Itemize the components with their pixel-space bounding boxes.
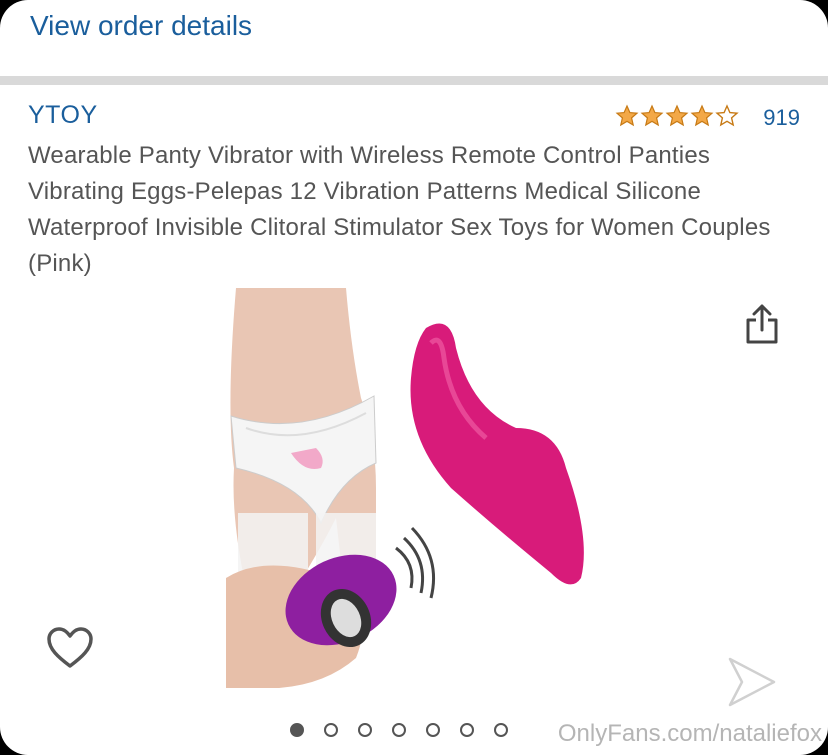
product-title: Wearable Panty Vibrator with Wireless Re… [28, 142, 771, 277]
carousel-dot[interactable] [358, 723, 372, 737]
carousel-dot[interactable] [324, 723, 338, 737]
heart-icon[interactable] [46, 626, 94, 670]
product-image[interactable] [226, 288, 610, 688]
product-card: View order details YTOY 919 Wearable Pan… [0, 0, 828, 755]
carousel-dot[interactable] [392, 723, 406, 737]
star-icon [615, 104, 639, 127]
share-icon[interactable] [744, 302, 780, 346]
star-icon [690, 104, 714, 127]
carousel-indicator [290, 723, 508, 737]
carousel-dot[interactable] [460, 723, 474, 737]
star-rating [615, 104, 739, 128]
star-icon [665, 104, 689, 127]
brand-link[interactable]: YTOY [28, 101, 98, 130]
carousel-dot[interactable] [494, 723, 508, 737]
rating[interactable]: 919 [615, 101, 800, 131]
chevron-right-icon[interactable] [724, 655, 780, 709]
star-empty-icon [715, 104, 739, 127]
carousel-dot[interactable] [426, 723, 440, 737]
star-icon [640, 104, 664, 127]
section-divider [0, 76, 828, 85]
view-order-details-link[interactable]: View order details [30, 10, 252, 42]
carousel-dot[interactable] [290, 723, 304, 737]
rating-count[interactable]: 919 [763, 105, 800, 131]
watermark-text: OnlyFans.com/nataliefox [557, 720, 822, 747]
